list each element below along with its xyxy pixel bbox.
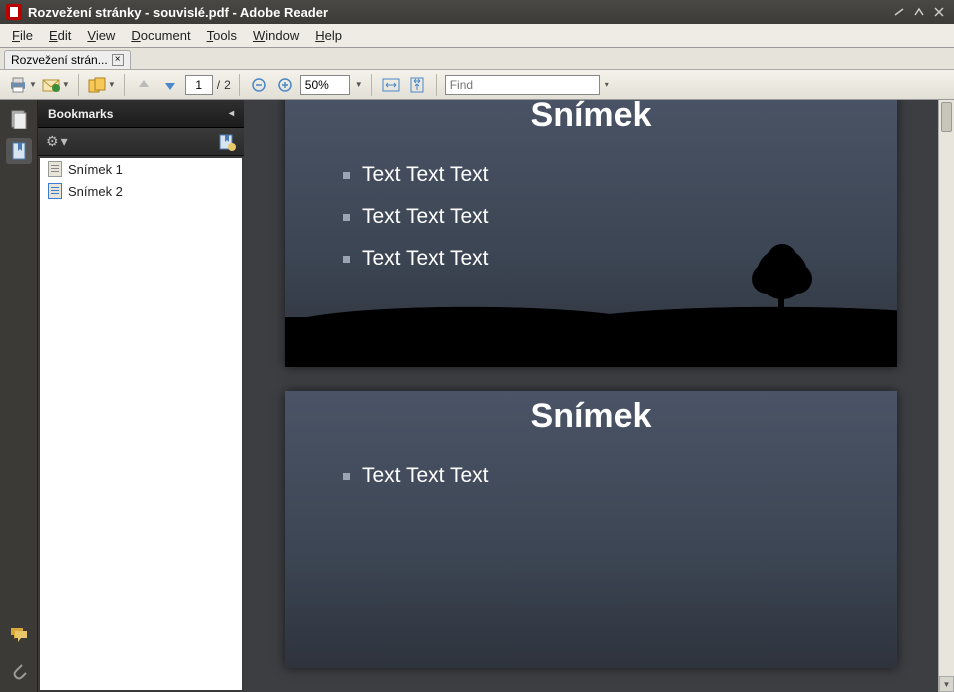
comments-panel-button[interactable] bbox=[6, 622, 32, 648]
menu-window[interactable]: Window bbox=[245, 26, 307, 45]
email-button[interactable]: ▼ bbox=[41, 74, 70, 96]
minus-circle-icon bbox=[251, 77, 267, 93]
bookmarks-header: Bookmarks ◂ bbox=[38, 100, 244, 128]
new-bookmark-button[interactable] bbox=[218, 133, 236, 151]
menu-help[interactable]: Help bbox=[307, 26, 350, 45]
fit-width-icon bbox=[382, 77, 400, 93]
find-input[interactable] bbox=[445, 75, 600, 95]
bookmark-label: Snímek 2 bbox=[68, 184, 123, 199]
close-tab-icon[interactable]: × bbox=[112, 54, 124, 66]
toolbar-separator bbox=[371, 74, 372, 96]
dropdown-arrow-icon: ▾ bbox=[61, 133, 68, 150]
minimize-button[interactable] bbox=[890, 3, 908, 21]
printer-icon bbox=[8, 76, 28, 94]
page-total: 2 bbox=[224, 78, 231, 92]
navigation-strip bbox=[0, 100, 38, 692]
zoom-out-button[interactable] bbox=[248, 74, 270, 96]
bookmarks-toolbar: ⚙ ▾ bbox=[38, 128, 244, 156]
menu-view[interactable]: View bbox=[79, 26, 123, 45]
decorative-tree bbox=[727, 229, 837, 329]
toolbar-separator bbox=[124, 74, 125, 96]
bookmarks-panel: Bookmarks ◂ ⚙ ▾ Snímek 1 Snímek 2 bbox=[38, 100, 244, 692]
bookmarks-panel-button[interactable] bbox=[6, 138, 32, 164]
dropdown-arrow-icon[interactable]: ▼ bbox=[355, 80, 363, 89]
dropdown-arrow-icon: ▼ bbox=[29, 80, 37, 89]
envelope-icon bbox=[41, 77, 61, 93]
bookmark-label: Snímek 1 bbox=[68, 162, 123, 177]
slide-title: Snímek bbox=[285, 391, 897, 436]
speech-bubble-icon bbox=[9, 626, 29, 644]
slide-bullet: Text Text Text bbox=[343, 205, 897, 229]
toolbar-separator bbox=[239, 74, 240, 96]
page-number-input[interactable] bbox=[185, 75, 213, 95]
slide-bullets: Text Text Text bbox=[285, 436, 897, 488]
zoom-in-button[interactable] bbox=[274, 74, 296, 96]
document-tab-label: Rozvežení strán... bbox=[11, 53, 108, 67]
adobe-reader-icon bbox=[6, 4, 22, 20]
fit-page-icon bbox=[408, 77, 426, 93]
new-bookmark-icon bbox=[218, 133, 236, 151]
close-button[interactable] bbox=[930, 3, 948, 21]
toolbar-separator bbox=[78, 74, 79, 96]
window-title: Rozvežení stránky - souvislé.pdf - Adobe… bbox=[28, 5, 888, 20]
dropdown-arrow-icon: ▼ bbox=[62, 80, 70, 89]
scroll-down-button[interactable]: ▼ bbox=[939, 676, 954, 692]
fit-width-button[interactable] bbox=[380, 74, 402, 96]
scrollbar-thumb[interactable] bbox=[941, 102, 952, 132]
menu-edit[interactable]: Edit bbox=[41, 26, 79, 45]
bookmark-icon bbox=[10, 141, 28, 161]
toolbar: ▼ ▼ ▼ / 2 ▼ ▾ bbox=[0, 70, 954, 100]
document-tab[interactable]: Rozvežení strán... × bbox=[4, 50, 131, 69]
dropdown-arrow-icon: ▼ bbox=[108, 80, 116, 89]
print-button[interactable]: ▼ bbox=[8, 74, 37, 96]
bookmark-item[interactable]: Snímek 1 bbox=[40, 158, 242, 180]
arrow-up-icon bbox=[136, 77, 152, 93]
page-thumbnails-icon bbox=[10, 109, 28, 129]
bookmarks-options-button[interactable]: ⚙ ▾ bbox=[46, 133, 68, 150]
bookmark-page-icon bbox=[48, 183, 62, 199]
slide-bullet: Text Text Text bbox=[343, 464, 897, 488]
menubar: File Edit View Document Tools Window Hel… bbox=[0, 24, 954, 48]
bookmark-page-icon bbox=[48, 161, 62, 177]
zoom-input[interactable] bbox=[300, 75, 350, 95]
maximize-button[interactable] bbox=[910, 3, 928, 21]
document-view-container: Snímek Text Text Text Text Text Text Tex… bbox=[244, 100, 954, 692]
dropdown-arrow-icon[interactable]: ▾ bbox=[605, 80, 609, 89]
pdf-page: Snímek Text Text Text bbox=[285, 391, 897, 668]
bookmark-item[interactable]: Snímek 2 bbox=[40, 180, 242, 202]
collaborate-button[interactable]: ▼ bbox=[87, 74, 116, 96]
pages-icon bbox=[87, 76, 107, 94]
next-page-button[interactable] bbox=[159, 74, 181, 96]
prev-page-button[interactable] bbox=[133, 74, 155, 96]
menu-tools[interactable]: Tools bbox=[199, 26, 245, 45]
bookmarks-header-label: Bookmarks bbox=[48, 107, 113, 121]
menu-file[interactable]: File bbox=[4, 26, 41, 45]
pdf-page: Snímek Text Text Text Text Text Text Tex… bbox=[285, 100, 897, 367]
toolbar-separator bbox=[436, 74, 437, 96]
window-titlebar: Rozvežení stránky - souvislé.pdf - Adobe… bbox=[0, 0, 954, 24]
gear-icon: ⚙ bbox=[46, 133, 59, 150]
menu-document[interactable]: Document bbox=[123, 26, 198, 45]
document-view[interactable]: Snímek Text Text Text Text Text Text Tex… bbox=[244, 100, 938, 692]
collapse-panel-icon[interactable]: ◂ bbox=[229, 108, 234, 119]
bookmarks-list: Snímek 1 Snímek 2 bbox=[40, 158, 242, 690]
fit-page-button[interactable] bbox=[406, 74, 428, 96]
page-separator: / bbox=[217, 78, 220, 92]
document-tab-bar: Rozvežení strán... × bbox=[0, 48, 954, 70]
plus-circle-icon bbox=[277, 77, 293, 93]
slide-title: Snímek bbox=[285, 100, 897, 135]
arrow-down-icon bbox=[162, 77, 178, 93]
pages-panel-button[interactable] bbox=[6, 106, 32, 132]
attachments-panel-button[interactable] bbox=[6, 658, 32, 684]
vertical-scrollbar[interactable]: ▼ bbox=[938, 100, 954, 692]
paperclip-icon bbox=[10, 661, 28, 681]
slide-bullet: Text Text Text bbox=[343, 163, 897, 187]
